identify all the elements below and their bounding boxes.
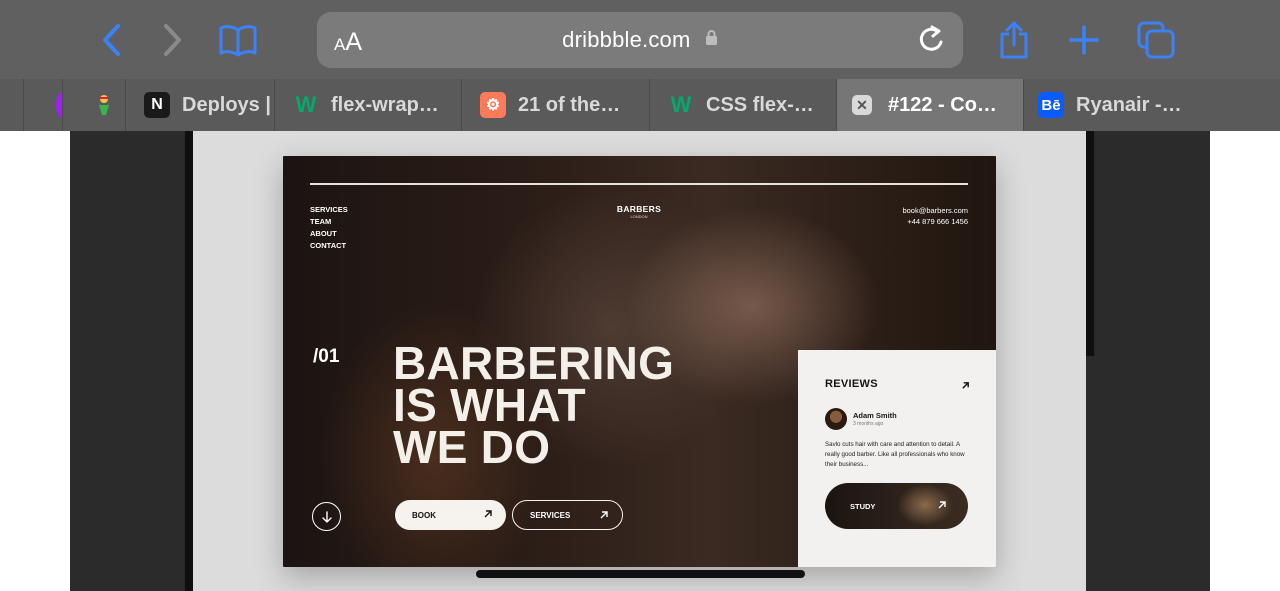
behance-icon: Bē <box>1038 92 1064 118</box>
reviews-card: REVIEWS Adam Smith 3 months ago Savlo cu… <box>798 350 996 567</box>
review-time: 3 months ago <box>853 421 884 427</box>
book-label: BOOK <box>412 510 436 520</box>
tab-1[interactable] <box>23 79 63 131</box>
hero-line-2: IS WHAT <box>393 379 586 431</box>
notion-icon: N <box>144 92 170 118</box>
hubspot-icon: ⚙ <box>480 92 506 118</box>
tab-4[interactable]: W flex-wrap… <box>274 79 461 131</box>
url-text: dribbble.com <box>562 27 691 52</box>
shot-nav: SERVICES TEAM ABOUT CONTACT <box>310 204 348 252</box>
tab-label: flex-wrap… <box>331 93 439 116</box>
reload-button[interactable] <box>917 24 947 61</box>
tab-5[interactable]: ⚙ 21 of the… <box>461 79 649 131</box>
tab-8[interactable]: Bē Ryanair -… <box>1023 79 1280 131</box>
slide-index: /01 <box>313 346 340 367</box>
frame-edge-right <box>1086 131 1094 356</box>
avatar <box>825 408 847 430</box>
tab-label: Deploys | <box>182 93 271 116</box>
book-icon <box>219 25 257 57</box>
hero-line-1: BARBERING <box>393 337 675 389</box>
tab-label: CSS flex-… <box>706 93 814 116</box>
barber-design-shot[interactable]: SERVICES TEAM ABOUT CONTACT BARBERS LOND… <box>283 156 996 567</box>
tab-label: Ryanair -… <box>1076 93 1182 116</box>
back-button[interactable] <box>92 20 132 60</box>
arrow-up-right-icon <box>600 511 608 519</box>
contact-phone[interactable]: +44 879 666 1456 <box>902 216 968 227</box>
tab-7-active[interactable]: ✕ #122 - Co… <box>836 79 1023 131</box>
arrow-down-icon <box>321 510 332 523</box>
reviewer-name: Adam Smith <box>853 411 897 420</box>
chevron-right-icon <box>164 24 181 56</box>
contact-email[interactable]: book@barbers.com <box>902 205 968 216</box>
w3schools-icon: W <box>670 92 692 117</box>
review-text: Savlo cuts hair with care and attention … <box>825 441 965 468</box>
reload-icon <box>919 25 943 51</box>
url-display: dribbble.com <box>317 27 963 53</box>
arrow-up-right-icon <box>484 510 492 518</box>
top-divider <box>310 183 968 185</box>
hero-line-3: WE DO <box>393 421 551 473</box>
nav-team[interactable]: TEAM <box>310 216 348 228</box>
tab-6[interactable]: W CSS flex-… <box>649 79 836 131</box>
logo-subtitle: LONDON <box>630 214 648 219</box>
bookmarks-button[interactable] <box>218 20 258 60</box>
page-content: SERVICES TEAM ABOUT CONTACT BARBERS LOND… <box>0 131 1280 591</box>
study-button[interactable]: STUDY <box>825 483 968 529</box>
chevron-left-icon <box>103 24 120 56</box>
nav-contact[interactable]: CONTACT <box>310 240 348 252</box>
character-icon <box>91 92 117 118</box>
tabs-icon <box>1137 21 1175 59</box>
services-button[interactable]: SERVICES <box>512 500 623 530</box>
services-label: SERVICES <box>530 510 571 520</box>
frame-edge-left <box>185 131 193 591</box>
scroll-down-button[interactable] <box>312 502 341 531</box>
book-button[interactable]: BOOK <box>395 500 506 530</box>
address-bar[interactable]: AA dribbble.com <box>317 12 963 68</box>
tab-overview-button[interactable] <box>1136 20 1176 60</box>
home-indicator[interactable] <box>476 570 805 578</box>
share-button[interactable] <box>994 20 1034 60</box>
logo-title: BARBERS <box>616 204 662 214</box>
tab-label: 21 of the… <box>518 93 621 116</box>
contact-info: book@barbers.com +44 879 666 1456 <box>902 205 968 227</box>
arrow-up-right-icon <box>938 501 946 509</box>
nav-services[interactable]: SERVICES <box>310 204 348 216</box>
hero-heading: BARBERING IS WHAT WE DO <box>393 337 675 473</box>
w3schools-icon: W <box>295 92 317 117</box>
close-square-icon[interactable]: ✕ <box>852 95 872 115</box>
arrow-up-right-icon[interactable] <box>961 381 970 390</box>
plus-icon <box>1069 25 1099 55</box>
study-label: STUDY <box>850 502 876 511</box>
tab-strip: N Deploys | W flex-wrap… ⚙ 21 of the… W … <box>0 79 1280 131</box>
reviews-title: REVIEWS <box>825 378 878 390</box>
new-tab-button[interactable] <box>1064 20 1104 60</box>
share-icon <box>1000 21 1028 59</box>
browser-toolbar: AA dribbble.com <box>0 0 1280 79</box>
lock-icon <box>705 26 718 52</box>
tab-label: #122 - Co… <box>888 93 997 116</box>
nav-about[interactable]: ABOUT <box>310 228 348 240</box>
tab-2[interactable] <box>62 79 125 131</box>
barbers-logo[interactable]: BARBERS LONDON <box>611 204 667 219</box>
forward-button[interactable] <box>152 20 192 60</box>
tab-3[interactable]: N Deploys | <box>125 79 274 131</box>
